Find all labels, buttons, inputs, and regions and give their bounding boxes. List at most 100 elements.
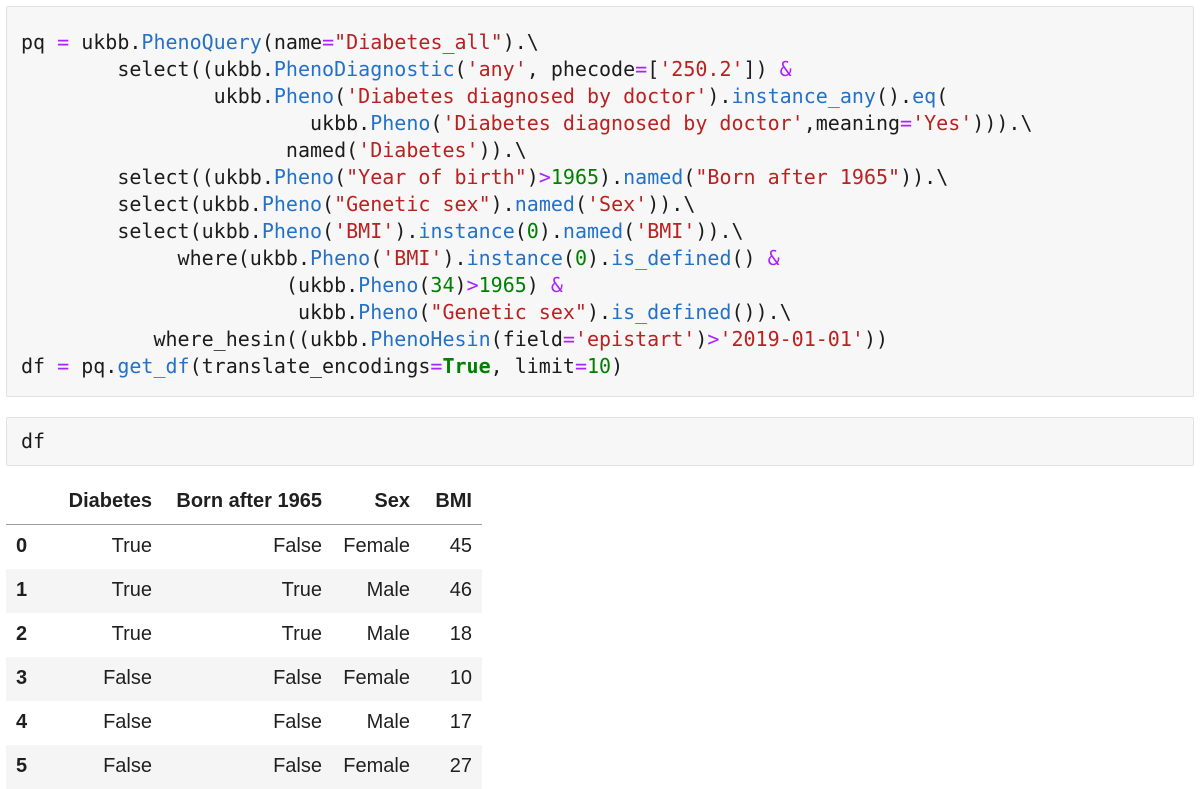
- row-index: 2: [6, 613, 46, 657]
- code-token: Pheno: [274, 165, 334, 189]
- code-token: named: [563, 219, 623, 243]
- code-token: ).: [707, 84, 731, 108]
- code-token: ).: [599, 165, 623, 189]
- code-token: (: [418, 300, 430, 324]
- code-token: ).\: [503, 30, 539, 54]
- code-token: 0: [527, 219, 539, 243]
- code-token: =: [575, 354, 587, 378]
- row-index: 4: [6, 701, 46, 745]
- dataframe-body: 0TrueFalseFemale451TrueTrueMale462TrueTr…: [6, 525, 482, 789]
- code-token: (: [334, 84, 346, 108]
- code-token: is_defined: [611, 246, 731, 270]
- table-row: 5FalseFalseFemale27: [6, 745, 482, 789]
- table-cell: Female: [332, 525, 420, 570]
- code-token: 'Sex': [587, 192, 647, 216]
- table-cell: 46: [420, 569, 482, 613]
- dataframe-header: Diabetes Born after 1965 Sex BMI: [6, 480, 482, 525]
- code-token: 'BMI': [382, 246, 442, 270]
- code-token: )).\: [695, 219, 743, 243]
- table-cell: True: [162, 613, 332, 657]
- code-token: Pheno: [274, 84, 334, 108]
- code-token: True: [442, 354, 490, 378]
- code-token: =: [563, 327, 575, 351]
- code-token: Pheno: [358, 273, 418, 297]
- table-cell: 45: [420, 525, 482, 570]
- code-token: where_hesin((ukbb.: [21, 327, 370, 351]
- code-token: 1965: [551, 165, 599, 189]
- code-token: )): [864, 327, 888, 351]
- table-cell: Female: [332, 657, 420, 701]
- code-token: =: [322, 30, 334, 54]
- code-token: pq: [21, 30, 57, 54]
- table-row: 0TrueFalseFemale45: [6, 525, 482, 570]
- code-token: (: [683, 165, 695, 189]
- code-token: (: [322, 192, 334, 216]
- table-row: 1TrueTrueMale46: [6, 569, 482, 613]
- code-editor: pq = ukbb.PhenoQuery(name="Diabetes_all"…: [21, 29, 1179, 380]
- table-cell: False: [162, 657, 332, 701]
- code-token: (: [575, 192, 587, 216]
- code-token: 'BMI': [635, 219, 695, 243]
- table-cell: Male: [332, 701, 420, 745]
- table-cell: True: [162, 569, 332, 613]
- code-token: =: [635, 57, 647, 81]
- table-cell: True: [46, 569, 162, 613]
- code-token: ): [455, 273, 467, 297]
- table-cell: 10: [420, 657, 482, 701]
- table-cell: Male: [332, 613, 420, 657]
- code-token: (: [515, 219, 527, 243]
- code-token: '2019-01-01': [719, 327, 864, 351]
- column-header-diabetes: Diabetes: [46, 480, 162, 525]
- code-token: instance_any: [731, 84, 876, 108]
- code-token: Pheno: [358, 300, 418, 324]
- code-token: =: [430, 354, 442, 378]
- code-token: 'BMI': [334, 219, 394, 243]
- code-token: Pheno: [262, 192, 322, 216]
- code-token: ): [695, 327, 707, 351]
- notebook-page: pq = ukbb.PhenoQuery(name="Diabetes_all"…: [0, 6, 1200, 789]
- code-token: (: [623, 219, 635, 243]
- code-token: (: [430, 111, 442, 135]
- code-token: &: [768, 246, 780, 270]
- code-token: ): [611, 354, 623, 378]
- table-cell: False: [162, 525, 332, 570]
- table-cell: 18: [420, 613, 482, 657]
- code-token: "Born after 1965": [695, 165, 900, 189]
- code-token: , limit: [491, 354, 575, 378]
- column-header-sex: Sex: [332, 480, 420, 525]
- code-token: ukbb.: [21, 300, 358, 324]
- code-token: =: [57, 354, 69, 378]
- code-token: instance: [418, 219, 514, 243]
- table-cell: False: [162, 745, 332, 789]
- code-token: ]): [744, 57, 780, 81]
- code-token: 10: [587, 354, 611, 378]
- table-cell: 27: [420, 745, 482, 789]
- code-token: Pheno: [370, 111, 430, 135]
- df-cell-input[interactable]: df: [6, 417, 1194, 466]
- code-token: pq.: [69, 354, 117, 378]
- code-token: &: [551, 273, 563, 297]
- code-cell-input[interactable]: pq = ukbb.PhenoQuery(name="Diabetes_all"…: [6, 6, 1194, 397]
- column-header-born-after-1965: Born after 1965: [162, 480, 332, 525]
- code-token: (: [455, 57, 467, 81]
- code-token: df: [21, 354, 57, 378]
- code-token: named(: [21, 138, 358, 162]
- code-token: 'Yes': [912, 111, 972, 135]
- code-token: (: [936, 84, 948, 108]
- code-token: Pheno: [310, 246, 370, 270]
- code-token: instance: [467, 246, 563, 270]
- code-token: '250.2': [659, 57, 743, 81]
- code-token: PhenoHesin: [370, 327, 490, 351]
- code-token: , phecode: [527, 57, 635, 81]
- code-token: ).: [539, 219, 563, 243]
- code-token: ).: [394, 219, 418, 243]
- code-token: =: [900, 111, 912, 135]
- code-token: 0: [575, 246, 587, 270]
- code-token: )).\: [900, 165, 948, 189]
- code-token: >: [539, 165, 551, 189]
- table-cell: True: [46, 613, 162, 657]
- row-index: 0: [6, 525, 46, 570]
- code-token: ukbb.: [21, 84, 274, 108]
- code-token: ).: [587, 300, 611, 324]
- code-token: "Diabetes_all": [334, 30, 503, 54]
